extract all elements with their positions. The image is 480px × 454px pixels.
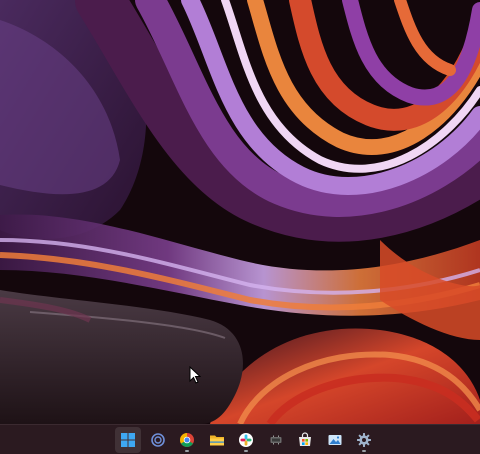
windows-start-icon [121, 433, 135, 447]
taskbar-pinned-apps [115, 427, 381, 453]
mouse-pointer-icon [189, 366, 201, 384]
running-indicator [185, 450, 189, 452]
chrome-icon [180, 433, 194, 447]
terminal-button[interactable] [263, 427, 289, 453]
photos-icon [328, 435, 341, 445]
microsoft-store-icon [299, 432, 311, 446]
file-explorer-button[interactable] [204, 427, 230, 453]
running-indicator [362, 450, 366, 452]
settings-gear-icon [357, 433, 371, 447]
wallpaper-art [0, 0, 480, 424]
slack-button[interactable] [233, 427, 259, 453]
running-indicator [244, 450, 248, 452]
start-button[interactable] [115, 427, 141, 453]
cortana-button[interactable] [145, 427, 171, 453]
file-explorer-icon [209, 435, 224, 446]
taskbar [0, 424, 480, 454]
settings-button[interactable] [351, 427, 377, 453]
desktop-wallpaper [0, 0, 480, 424]
microsoft-store-button[interactable] [292, 427, 318, 453]
chrome-button[interactable] [174, 427, 200, 453]
cortana-icon [150, 433, 165, 447]
slack-icon [239, 433, 253, 447]
terminal-chip-icon [270, 435, 281, 445]
photos-button[interactable] [322, 427, 348, 453]
